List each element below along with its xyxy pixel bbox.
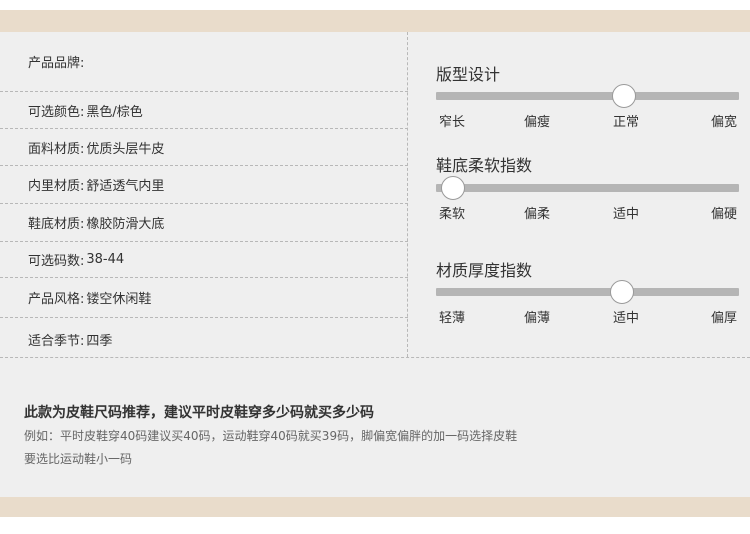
spec-value: 黑色/棕色 (86, 104, 143, 120)
spec-label: 内里材质: (28, 179, 85, 194)
scale-track (436, 184, 739, 192)
scale-tick: 窄长 (438, 115, 466, 130)
top-band (0, 10, 750, 32)
scale-tick: 偏硬 (710, 207, 738, 222)
scale-fit: 版型设计 窄长 偏瘦 正常 偏宽 (436, 61, 739, 131)
scale-sole-softness: 鞋底柔软指数 柔软 偏柔 适中 偏硬 (436, 152, 739, 222)
spec-row-style: 产品风格: 镂空休闲鞋 (0, 278, 408, 318)
scale-title: 材质厚度指数 (436, 261, 533, 280)
spec-list: 产品品牌: 可选颜色: 黑色/棕色 面料材质: 优质头层牛皮 内里材质: 舒适透… (0, 32, 408, 357)
spec-row-sizes: 可选码数: 38-44 (0, 242, 408, 278)
spec-row-sole: 鞋底材质: 橡胶防滑大底 (0, 204, 408, 242)
scale-title: 版型设计 (436, 65, 501, 84)
scale-tick: 偏柔 (523, 207, 551, 222)
scale-tick: 偏薄 (523, 311, 551, 326)
spec-value: 优质头层牛皮 (86, 141, 165, 157)
section-divider (0, 357, 750, 358)
size-note-line: 例如：平时皮鞋穿40码建议买40码，运动鞋穿40码就买39码，脚偏宽偏胖的加一码… (24, 429, 518, 443)
spec-row-season: 适合季节: 四季 (0, 318, 408, 357)
spec-row-color: 可选颜色: 黑色/棕色 (0, 92, 408, 129)
scale-material-thickness: 材质厚度指数 轻薄 偏薄 适中 偏厚 (436, 257, 739, 327)
spec-label: 鞋底材质: (28, 217, 85, 232)
scale-tick: 正常 (612, 115, 640, 130)
spec-value: 38-44 (86, 252, 125, 267)
spec-label: 产品品牌: (28, 56, 85, 71)
spec-label: 适合季节: (28, 334, 85, 349)
scale-tick: 偏瘦 (523, 115, 551, 130)
scale-tick: 适中 (612, 311, 640, 326)
scale-tick: 轻薄 (438, 311, 466, 326)
size-note-title: 此款为皮鞋尺码推荐，建议平时皮鞋穿多少码就买多少码 (24, 405, 374, 421)
scale-track (436, 92, 739, 100)
spec-label: 产品风格: (28, 292, 85, 307)
size-note: 此款为皮鞋尺码推荐，建议平时皮鞋穿多少码就买多少码 例如：平时皮鞋穿40码建议买… (24, 402, 724, 472)
scale-tick: 偏宽 (710, 115, 738, 130)
scale-knob (611, 84, 636, 108)
scale-tick: 偏厚 (710, 311, 738, 326)
spec-row-lining: 内里材质: 舒适透气内里 (0, 166, 408, 204)
product-info-panel: 产品品牌: 可选颜色: 黑色/棕色 面料材质: 优质头层牛皮 内里材质: 舒适透… (0, 32, 750, 497)
spec-label: 可选码数: (28, 254, 85, 269)
spec-row-brand: 产品品牌: (0, 32, 408, 92)
scale-title: 鞋底柔软指数 (436, 156, 533, 175)
spec-row-fabric: 面料材质: 优质头层牛皮 (0, 129, 408, 166)
scale-tick: 柔软 (438, 207, 466, 222)
bottom-band (0, 497, 750, 517)
scale-tick: 适中 (612, 207, 640, 222)
spec-value: 镂空休闲鞋 (86, 292, 152, 307)
spec-label: 面料材质: (28, 141, 85, 157)
scale-knob (440, 176, 465, 200)
spec-value: 四季 (86, 334, 113, 349)
scale-knob (610, 280, 635, 304)
scale-track (436, 288, 739, 296)
spec-value: 橡胶防滑大底 (86, 217, 165, 232)
size-note-line: 要选比运动鞋小一码 (24, 452, 133, 466)
spec-value: 舒适透气内里 (86, 179, 165, 194)
spec-label: 可选颜色: (28, 104, 85, 120)
